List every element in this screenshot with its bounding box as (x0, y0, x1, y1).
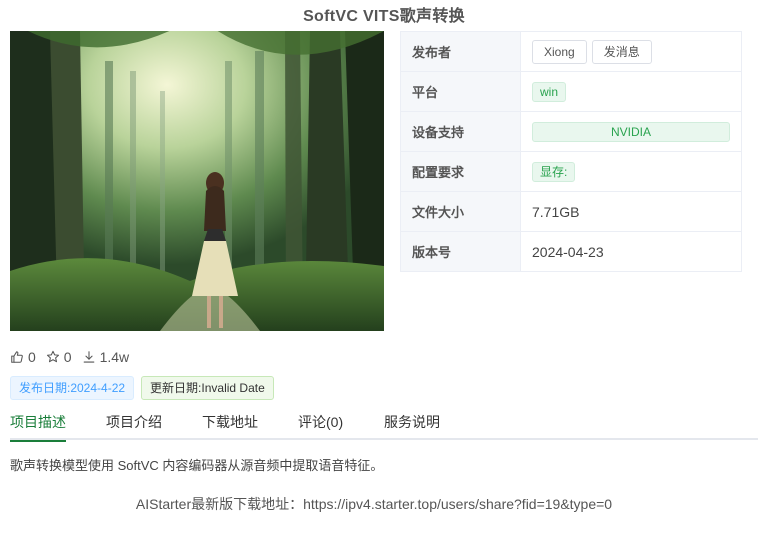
config-label: 配置要求 (400, 151, 521, 192)
publisher-button[interactable]: Xiong (532, 39, 587, 64)
download-count: 1.4w (99, 349, 130, 365)
tab-description[interactable]: 项目描述 (10, 412, 66, 442)
like-stat[interactable]: 0 (10, 349, 36, 365)
date-tags: 发布日期:2024-4-22 更新日期:Invalid Date (10, 376, 281, 400)
info-table: 发布者 Xiong 发消息 平台 win 设备支持 NVIDIA 配置要求 显存:… (400, 31, 742, 272)
version-label: 版本号 (400, 231, 521, 272)
tab-introduction[interactable]: 项目介绍 (106, 412, 162, 440)
update-date-tag: 更新日期:Invalid Date (141, 376, 274, 400)
message-button[interactable]: 发消息 (591, 39, 652, 64)
thumbs-up-icon (11, 351, 23, 363)
tab-service[interactable]: 服务说明 (384, 412, 440, 440)
version-value: 2024-04-23 (520, 231, 742, 272)
size-value: 7.71GB (520, 191, 742, 232)
platform-label: 平台 (400, 71, 521, 112)
size-label: 文件大小 (400, 191, 521, 232)
project-description: 歌声转换模型使用 SoftVC 内容编码器从源音频中提取语音特征。 (10, 458, 384, 473)
download-stat: 1.4w (82, 349, 130, 365)
publisher-label: 发布者 (400, 31, 521, 72)
like-count: 0 (28, 349, 36, 365)
star-stat[interactable]: 0 (46, 349, 72, 365)
page-title: SoftVC VITS歌声转换 (303, 8, 465, 25)
tab-download[interactable]: 下载地址 (202, 412, 258, 440)
platform-tag: win (532, 81, 567, 102)
stats-bar: 0 0 1.4w (10, 349, 139, 365)
publish-date-tag: 发布日期:2024-4-22 (10, 376, 135, 400)
cover-image (10, 31, 384, 331)
config-tag: 显存: (532, 161, 576, 182)
tab-bar: 项目描述 项目介绍 下载地址 评论(0) 服务说明 (10, 408, 758, 442)
device-label: 设备支持 (400, 111, 521, 152)
tab-comments[interactable]: 评论(0) (298, 412, 343, 440)
star-count: 0 (63, 349, 72, 365)
star-icon (46, 350, 59, 363)
device-tag: NVIDIA (532, 121, 730, 142)
download-link-line[interactable]: AIStarter最新版下载地址：https://ipv4.starter.to… (0, 494, 748, 514)
download-icon (83, 351, 94, 363)
